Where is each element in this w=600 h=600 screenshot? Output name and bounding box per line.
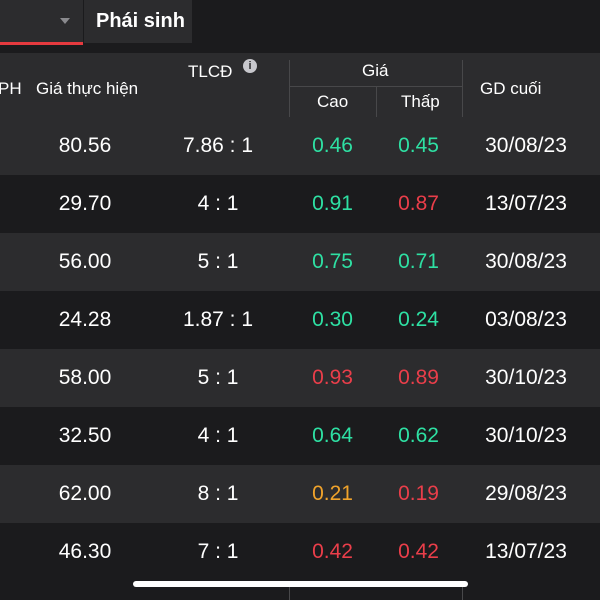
last-trade-date-cell: 29/08/23	[485, 482, 567, 505]
header-high: Cao	[317, 92, 349, 111]
table-row[interactable]: 58.00 5 : 1 0.93 0.89 30/10/23	[0, 349, 600, 407]
last-trade-date-cell: 30/10/23	[485, 366, 567, 389]
table-row[interactable]: 24.28 1.87 : 1 0.30 0.24 03/08/23	[0, 291, 600, 349]
home-indicator[interactable]	[133, 581, 468, 587]
market-dropdown[interactable]	[0, 0, 83, 43]
low-price-cell: 0.24	[398, 308, 439, 331]
low-price-cell: 0.42	[398, 540, 439, 563]
table-row[interactable]: 80.56 7.86 : 1 0.46 0.45 30/08/23	[0, 117, 600, 175]
high-price-cell: 0.75	[312, 250, 353, 273]
high-price-cell: 0.30	[312, 308, 353, 331]
tab-derivatives[interactable]: Phái sinh	[84, 0, 192, 43]
low-price-cell: 0.45	[398, 134, 439, 157]
header-price-group: Giá	[362, 61, 389, 80]
last-trade-date-cell: 30/08/23	[485, 134, 567, 157]
ratio-cell: 7.86 : 1	[182, 134, 254, 157]
strike-price-cell: 62.00	[58, 482, 112, 505]
table-header: PH Giá thực hiện TLCĐ i Giá Cao Thấp GD …	[0, 53, 600, 117]
ratio-cell: 5 : 1	[197, 366, 239, 389]
header-strike-price: Giá thực hiện	[36, 79, 139, 98]
strike-price-cell: 24.28	[58, 308, 112, 331]
ratio-cell: 8 : 1	[197, 482, 239, 505]
table-row[interactable]: 56.00 5 : 1 0.75 0.71 30/08/23	[0, 233, 600, 291]
ratio-cell: 4 : 1	[197, 424, 239, 447]
strike-price-cell: 46.30	[58, 540, 112, 563]
last-trade-date-cell: 03/08/23	[485, 308, 567, 331]
low-price-cell: 0.71	[398, 250, 439, 273]
low-price-cell: 0.62	[398, 424, 439, 447]
high-price-cell: 0.42	[312, 540, 353, 563]
active-tab-indicator	[0, 42, 83, 45]
last-trade-date-cell: 30/10/23	[485, 424, 567, 447]
last-trade-date-cell: 13/07/23	[485, 540, 567, 563]
header-partial: PH	[0, 79, 22, 98]
header-last-trade: GD cuối	[480, 79, 542, 98]
strike-price-cell: 56.00	[58, 250, 112, 273]
low-price-cell: 0.19	[398, 482, 439, 505]
info-icon[interactable]: i	[243, 59, 257, 73]
ratio-cell: 5 : 1	[197, 250, 239, 273]
high-price-cell: 0.91	[312, 192, 353, 215]
header-ratio: TLCĐ	[188, 62, 233, 81]
low-price-cell: 0.89	[398, 366, 439, 389]
table-row[interactable]: 62.00 8 : 1 0.21 0.19 29/08/23	[0, 465, 600, 523]
high-price-cell: 0.21	[312, 482, 353, 505]
strike-price-cell: 29.70	[58, 192, 112, 215]
table-row[interactable]: 32.50 4 : 1 0.64 0.62 30/10/23	[0, 407, 600, 465]
ratio-cell: 1.87 : 1	[182, 308, 254, 331]
table-row[interactable]: 29.70 4 : 1 0.91 0.87 13/07/23	[0, 175, 600, 233]
low-price-cell: 0.87	[398, 192, 439, 215]
last-trade-date-cell: 30/08/23	[485, 250, 567, 273]
last-trade-date-cell: 13/07/23	[485, 192, 567, 215]
strike-price-cell: 80.56	[58, 134, 112, 157]
ratio-cell: 7 : 1	[197, 540, 239, 563]
high-price-cell: 0.93	[312, 366, 353, 389]
table-row[interactable]: 46.30 7 : 1 0.42 0.42 13/07/23	[0, 523, 600, 581]
header-low: Thấp	[401, 92, 440, 111]
ratio-cell: 4 : 1	[197, 192, 239, 215]
strike-price-cell: 58.00	[58, 366, 112, 389]
chevron-down-icon[interactable]	[60, 18, 70, 24]
high-price-cell: 0.64	[312, 424, 353, 447]
high-price-cell: 0.46	[312, 134, 353, 157]
strike-price-cell: 32.50	[58, 424, 112, 447]
divider-high-low	[376, 87, 377, 117]
divider-price-subheader	[289, 86, 463, 87]
top-tab-bar: Phái sinh	[0, 0, 600, 46]
